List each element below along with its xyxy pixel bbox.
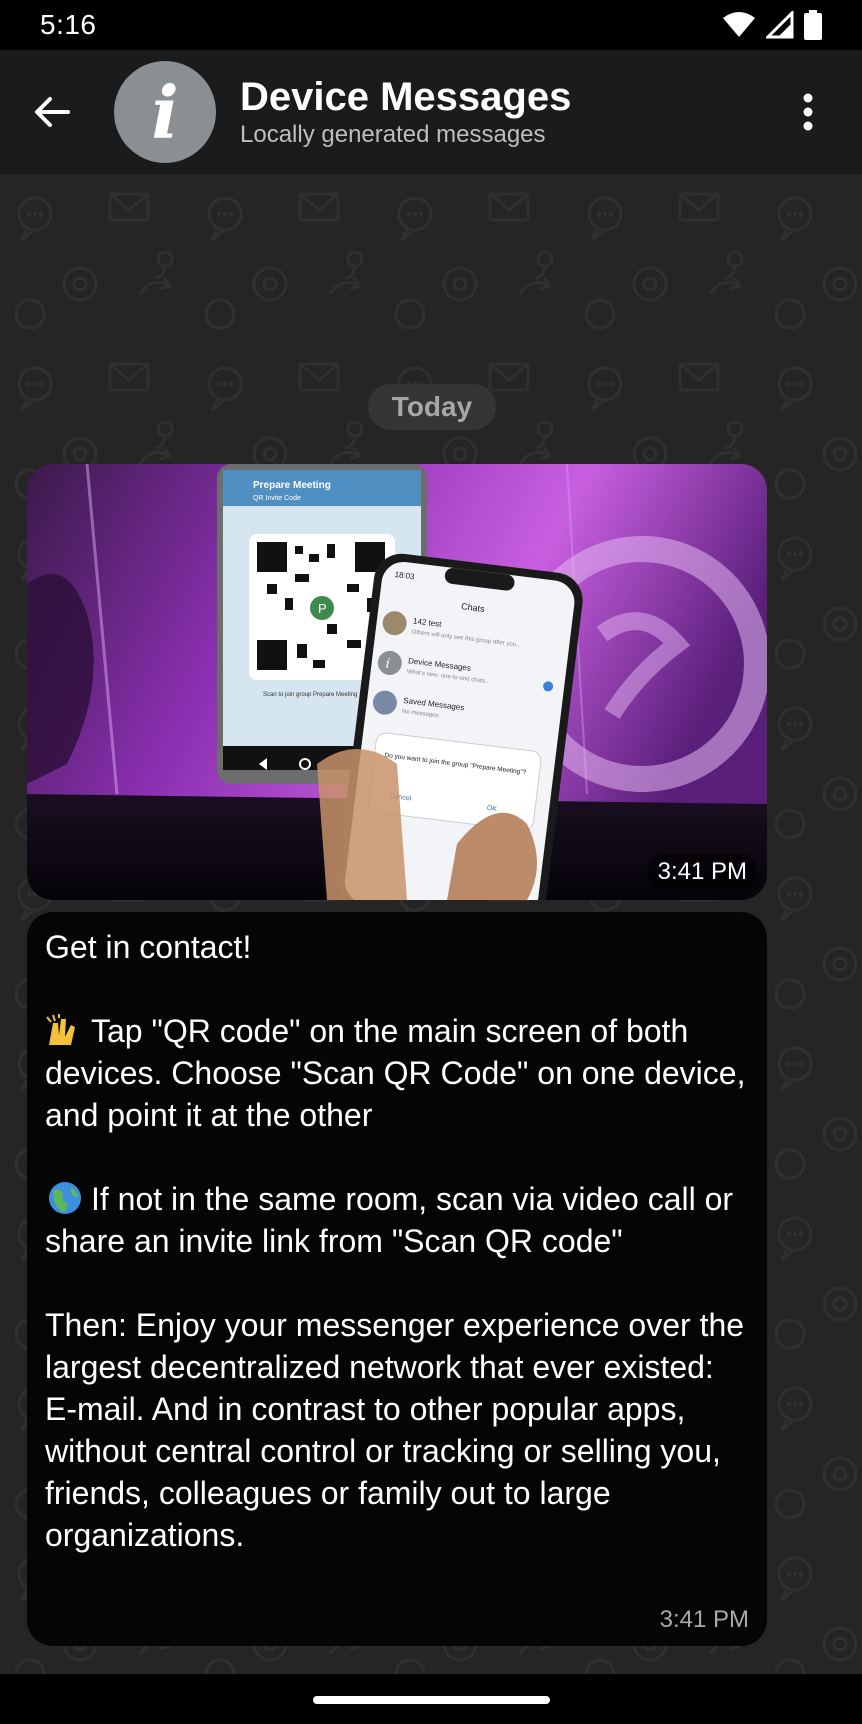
day-label: Today bbox=[391, 391, 473, 422]
chat-title-block[interactable]: Device Messages Locally generated messag… bbox=[240, 74, 571, 150]
image-message-time: 3:41 PM bbox=[647, 854, 757, 890]
text-message-time: 3:41 PM bbox=[659, 1606, 749, 1633]
message-paragraph-text: If not in the same room, scan via video … bbox=[45, 1181, 742, 1259]
chat-subtitle: Locally generated messages bbox=[240, 121, 546, 148]
message-photo: Prepare Meeting QR Invite Code P Scan to… bbox=[27, 464, 767, 900]
message-paragraph: Get in contact! bbox=[45, 929, 252, 965]
back-button[interactable] bbox=[20, 80, 84, 144]
chat-area[interactable]: Today Prepare Meeting QR Invite Code P S… bbox=[0, 174, 862, 1674]
status-time: 5:16 bbox=[40, 9, 97, 40]
text-message[interactable]: Get in contact! Tap "QR code" on the mai… bbox=[27, 912, 767, 1646]
battery-icon bbox=[804, 10, 822, 40]
message-paragraph: Then: Enjoy your messenger experience ov… bbox=[45, 1307, 753, 1553]
message-paragraph-tap: Tap "QR code" on the main screen of both… bbox=[45, 1010, 749, 1136]
raising-hands-emoji bbox=[46, 1014, 75, 1045]
chat-title: Device Messages bbox=[240, 75, 572, 119]
dialog-ok: OK bbox=[486, 805, 497, 813]
day-separator: Today bbox=[368, 384, 496, 430]
message-paragraph-globe: If not in the same room, scan via video … bbox=[45, 1178, 749, 1262]
svg-text:P: P bbox=[318, 601, 327, 616]
status-icons bbox=[722, 10, 822, 40]
status-bar: 5:16 bbox=[0, 0, 862, 50]
more-vertical-icon bbox=[803, 93, 813, 131]
overflow-menu-button[interactable] bbox=[780, 80, 836, 144]
phone-back-caption: Scan to join group Prepare Meeting bbox=[263, 692, 357, 698]
avatar-letter: i bbox=[151, 69, 179, 155]
phone-back-subtitle: QR Invite Code bbox=[253, 495, 301, 502]
home-indicator[interactable] bbox=[313, 1696, 550, 1704]
signal-icon bbox=[766, 11, 794, 39]
message-paragraph-text: Tap "QR code" on the main screen of both… bbox=[45, 1013, 755, 1133]
phone-back-title: Prepare Meeting bbox=[253, 480, 331, 491]
wifi-icon bbox=[723, 12, 755, 37]
avatar[interactable]: i bbox=[114, 61, 216, 163]
arrow-left-icon bbox=[35, 97, 70, 127]
globe-emoji bbox=[49, 1182, 81, 1214]
app-bar: i Device Messages Locally generated mess… bbox=[0, 50, 862, 174]
image-message[interactable]: Prepare Meeting QR Invite Code P Scan to… bbox=[27, 464, 767, 900]
